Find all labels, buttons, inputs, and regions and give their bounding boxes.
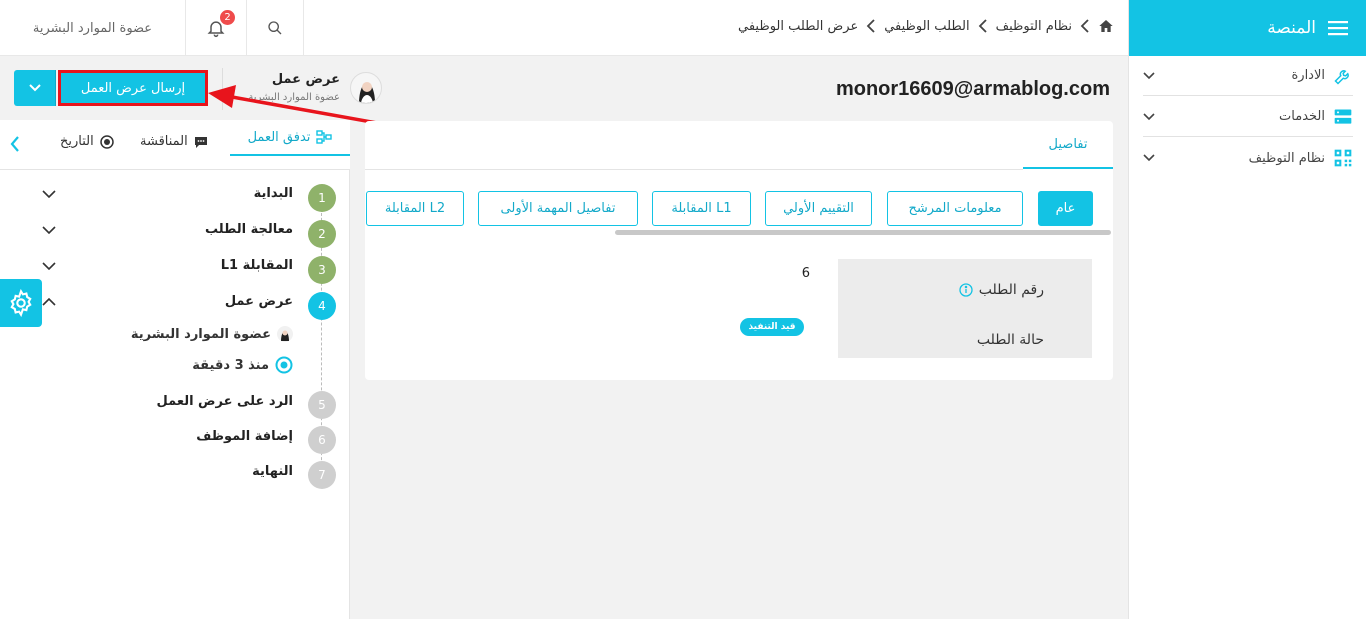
qr-code-icon xyxy=(1333,148,1353,168)
settings-button[interactable] xyxy=(0,279,42,327)
pill-candidate-info[interactable]: معلومات المرشح xyxy=(887,191,1023,226)
pill-label: تفاصيل المهمة الأولى xyxy=(500,201,616,216)
chevron-left-icon xyxy=(1080,19,1090,33)
tab-discussion-label: المناقشة xyxy=(140,134,188,149)
step-toggle[interactable] xyxy=(42,298,56,306)
sidebar-item-services[interactable]: الخدمات xyxy=(1143,97,1353,137)
sidebar: المنصة الادارة الخدمات نظام التوظيف xyxy=(1128,0,1366,619)
tab-history-label: التاريخ xyxy=(60,134,94,149)
step-badge: 2 xyxy=(308,220,336,248)
pill-label: المقابلة L2 xyxy=(384,201,446,216)
tab-history[interactable]: التاريخ xyxy=(60,134,114,149)
request-number-value: 6 xyxy=(801,266,810,281)
tab-details[interactable]: تفاصيل xyxy=(1023,121,1113,169)
status-badge: قيد التنفيذ xyxy=(740,318,804,336)
chevron-down-icon xyxy=(1143,154,1155,162)
notification-badge: 2 xyxy=(220,10,235,25)
home-icon[interactable] xyxy=(1098,18,1114,34)
sidebar-item-label: نظام التوظيف xyxy=(1248,150,1325,166)
search-button[interactable] xyxy=(247,0,303,56)
request-number-label: رقم الطلب xyxy=(978,282,1044,298)
breadcrumb: نظام التوظيف الطلب الوظيفي عرض الطلب الو… xyxy=(738,18,1114,34)
record-icon xyxy=(100,134,114,149)
step-badge: 5 xyxy=(308,391,336,419)
info-labels-box xyxy=(838,259,1092,358)
tabs-scroll-left[interactable] xyxy=(10,136,20,152)
gear-icon xyxy=(7,289,35,317)
workflow-panel: البداية 1 معالجة الطلب 2 المقابلة L1 3 ع… xyxy=(0,170,350,619)
pill-label: عام xyxy=(1055,201,1076,216)
sidebar-item-label: الخدمات xyxy=(1279,109,1325,124)
avatar xyxy=(277,326,293,342)
step-badge: 1 xyxy=(308,184,336,212)
step-badge: 7 xyxy=(308,461,336,489)
step-label: المقابلة L1 xyxy=(220,258,293,273)
candidate-email: monor16609@armablog.com xyxy=(835,78,1110,100)
send-offer-button[interactable]: إرسال عرض العمل xyxy=(58,70,208,106)
pill-interview-l1[interactable]: المقابلة L1 xyxy=(652,191,751,226)
send-offer-dropdown[interactable] xyxy=(14,70,56,106)
pill-initial-assessment[interactable]: التقييم الأولي xyxy=(765,191,872,226)
notifications-button[interactable]: 2 xyxy=(186,0,246,56)
pill-first-task[interactable]: تفاصيل المهمة الأولى xyxy=(478,191,638,226)
left-tabs: التاريخ المناقشة تدفق العمل xyxy=(0,120,350,170)
tab-workflow[interactable]: تدفق العمل xyxy=(230,120,350,156)
chevron-left-icon xyxy=(978,19,988,33)
step-toggle[interactable] xyxy=(42,262,56,270)
sidebar-item-label: الادارة xyxy=(1291,68,1325,83)
step-toggle[interactable] xyxy=(42,226,56,234)
status-dot-icon xyxy=(275,356,293,374)
request-status-label: حالة الطلب xyxy=(976,332,1044,348)
card-divider xyxy=(365,169,1023,170)
chevron-down-icon xyxy=(1143,112,1155,121)
tab-details-label: تفاصيل xyxy=(1048,136,1088,152)
sidebar-title: المنصة xyxy=(1267,18,1316,38)
chat-icon xyxy=(194,135,208,149)
step-label: معالجة الطلب xyxy=(205,222,293,237)
sidebar-item-administration[interactable]: الادارة xyxy=(1143,56,1353,96)
server-icon xyxy=(1333,107,1353,127)
step-label: عرض عمل xyxy=(224,294,293,309)
tab-workflow-label: تدفق العمل xyxy=(247,129,311,145)
top-bar: عضوة الموارد البشرية 2 نظام التوظيف الطل… xyxy=(0,0,1128,56)
step-label: الرد على عرض العمل xyxy=(156,394,293,409)
user-role-label: عضوة الموارد البشرية xyxy=(32,20,153,36)
pill-interview-l2[interactable]: المقابلة L2 xyxy=(366,191,464,226)
pill-general[interactable]: عام xyxy=(1038,191,1093,226)
tab-discussion[interactable]: المناقشة xyxy=(140,134,208,149)
assignee-name: عضوة الموارد البشرية xyxy=(130,326,271,342)
workflow-icon xyxy=(316,130,333,144)
breadcrumb-item: عرض الطلب الوظيفي xyxy=(738,18,859,34)
send-offer-group: إرسال عرض العمل xyxy=(14,70,208,106)
time-ago: منذ 3 دقيقة xyxy=(192,357,269,373)
chevron-down-icon xyxy=(28,84,41,92)
step-badge: 3 xyxy=(308,256,336,284)
search-icon xyxy=(267,20,283,36)
step-label: إضافة الموظف xyxy=(196,429,293,444)
pill-label: التقييم الأولي xyxy=(783,201,854,216)
chevron-down-icon xyxy=(1143,71,1155,80)
pill-label: المقابلة L1 xyxy=(671,201,732,216)
pill-label: معلومات المرشح xyxy=(908,201,1002,216)
step-assignee: عضوة الموارد البشرية xyxy=(131,326,293,342)
breadcrumb-item[interactable]: نظام التوظيف xyxy=(996,19,1072,34)
sidebar-item-recruitment[interactable]: نظام التوظيف xyxy=(1143,138,1353,178)
sidebar-header: المنصة xyxy=(1129,0,1366,56)
chevron-left-icon xyxy=(866,19,876,33)
user-role-menu[interactable]: عضوة الموارد البشرية xyxy=(0,0,185,56)
breadcrumb-item[interactable]: الطلب الوظيفي xyxy=(884,19,969,34)
pills-scrollbar-thumb[interactable] xyxy=(615,230,1111,235)
step-toggle[interactable] xyxy=(42,190,56,198)
send-offer-label: إرسال عرض العمل xyxy=(80,80,186,96)
step-badge: 4 xyxy=(308,292,336,320)
step-label: البداية xyxy=(253,186,293,201)
info-icon[interactable] xyxy=(959,283,973,297)
step-badge: 6 xyxy=(308,426,336,454)
step-label: النهاية xyxy=(252,464,293,479)
step-time: منذ 3 دقيقة xyxy=(192,356,293,374)
request-number-label-row: رقم الطلب xyxy=(959,282,1044,298)
wrench-icon xyxy=(1333,66,1353,86)
menu-icon[interactable] xyxy=(1328,20,1348,36)
